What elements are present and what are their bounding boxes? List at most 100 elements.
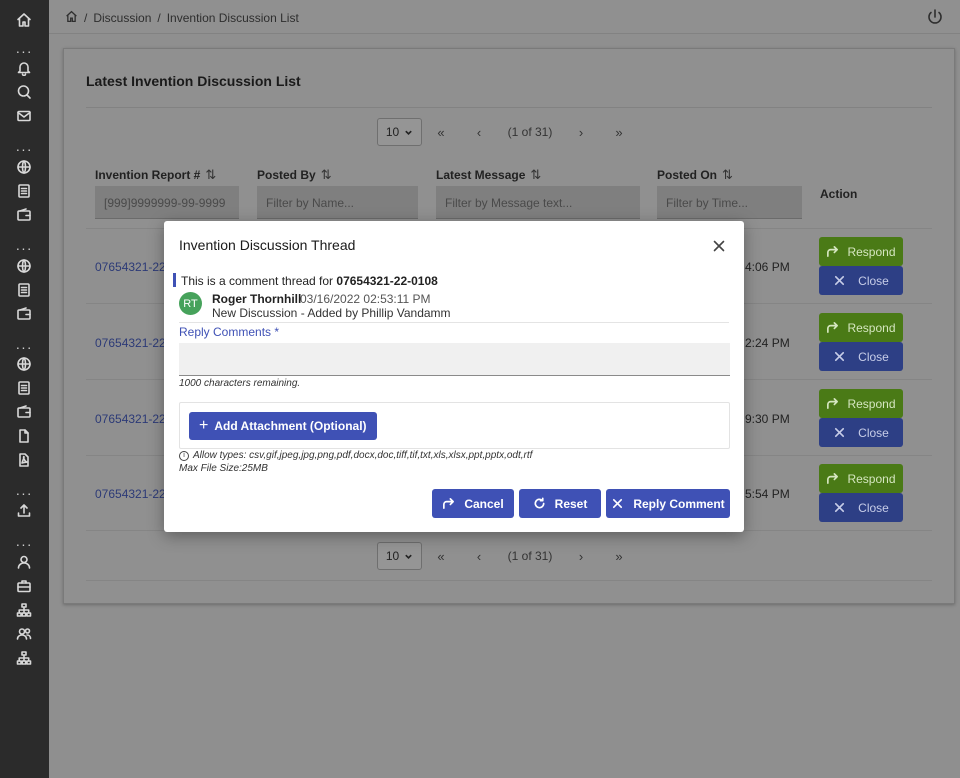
close-button[interactable]: Close xyxy=(819,418,903,447)
report-link[interactable]: 07654321-22- xyxy=(95,412,170,426)
document-icon[interactable] xyxy=(14,280,34,300)
avatar: RT xyxy=(179,292,202,315)
chevron-down-icon xyxy=(405,554,412,559)
breadcrumb-discussion[interactable]: Discussion xyxy=(93,11,151,25)
mail-icon[interactable] xyxy=(14,106,34,126)
breadcrumb-current: Invention Discussion List xyxy=(166,11,299,25)
column-header-label: Posted By xyxy=(257,168,316,182)
page-size-select[interactable]: 10 xyxy=(377,118,422,146)
paginator-top: 10 « ‹ (1 of 31) › » xyxy=(377,118,638,146)
report-link[interactable]: 07654321-22- xyxy=(95,336,170,350)
respond-button[interactable]: Respond xyxy=(819,389,903,418)
users-icon[interactable] xyxy=(14,624,34,644)
last-page-button[interactable]: » xyxy=(600,542,638,570)
more-icon[interactable]: ··· xyxy=(14,44,34,58)
column-header-label: Invention Report # xyxy=(95,168,201,182)
home-icon[interactable] xyxy=(65,10,78,26)
file-icon[interactable] xyxy=(14,426,34,446)
respond-label: Respond xyxy=(847,244,896,259)
column-header-posted-by[interactable]: Posted By ⇅ xyxy=(257,167,332,183)
hierarchy-icon[interactable] xyxy=(14,648,34,668)
bell-icon[interactable] xyxy=(14,58,34,78)
filter-message-input[interactable]: Filter by Message text... xyxy=(436,186,640,219)
upload-icon[interactable] xyxy=(14,500,34,520)
last-page-button[interactable]: » xyxy=(600,118,638,146)
more-icon[interactable]: ··· xyxy=(14,142,34,156)
first-page-button[interactable]: « xyxy=(422,118,460,146)
next-page-button[interactable]: › xyxy=(562,542,600,570)
page-size-select[interactable]: 10 xyxy=(377,542,422,570)
column-header-latest-message[interactable]: Latest Message ⇅ xyxy=(436,167,541,183)
info-icon: i xyxy=(179,450,189,461)
report-link[interactable]: 07654321-22- xyxy=(95,487,170,501)
posted-on-cell: 9:30 PM xyxy=(745,412,790,426)
allowed-types-text: Allow types: csv,gif,jpeg,jpg,png,pdf,do… xyxy=(193,450,533,461)
wallet-icon[interactable] xyxy=(14,205,34,225)
wallet-icon[interactable] xyxy=(14,402,34,422)
forward-icon xyxy=(827,398,839,409)
more-icon[interactable]: ··· xyxy=(14,340,34,354)
add-attachment-label: Add Attachment (Optional) xyxy=(214,419,367,433)
breadcrumb-separator: / xyxy=(157,11,161,25)
page-size-value: 10 xyxy=(385,125,400,139)
wallet-icon[interactable] xyxy=(14,304,34,324)
forward-icon xyxy=(827,246,839,257)
report-link[interactable]: 07654321-22- xyxy=(95,260,170,274)
prev-page-button[interactable]: ‹ xyxy=(460,118,498,146)
reply-comment-button[interactable]: Reply Comment xyxy=(606,489,730,518)
reset-button[interactable]: Reset xyxy=(519,489,601,518)
reply-comments-input[interactable] xyxy=(179,343,730,376)
pdf-icon[interactable] xyxy=(14,450,34,470)
filter-name-input[interactable]: Filter by Name... xyxy=(257,186,418,219)
sort-icon[interactable]: ⇅ xyxy=(205,167,216,183)
more-icon[interactable]: ··· xyxy=(14,537,34,551)
allowed-types: i Allow types: csv,gif,jpeg,jpg,png,pdf,… xyxy=(179,450,532,461)
cancel-label: Cancel xyxy=(464,496,504,511)
add-attachment-button[interactable]: + Add Attachment (Optional) xyxy=(189,412,377,440)
sort-icon[interactable]: ⇅ xyxy=(321,167,332,183)
filter-time-input[interactable]: Filter by Time... xyxy=(657,186,802,219)
divider xyxy=(179,322,729,323)
close-button[interactable]: Close xyxy=(819,266,903,295)
power-icon[interactable] xyxy=(926,8,944,26)
column-header-report[interactable]: Invention Report # ⇅ xyxy=(95,167,216,183)
document-icon[interactable] xyxy=(14,378,34,398)
globe-icon[interactable] xyxy=(14,256,34,276)
next-page-button[interactable]: › xyxy=(562,118,600,146)
respond-button[interactable]: Respond xyxy=(819,237,903,266)
close-label: Close xyxy=(858,349,889,364)
column-header-label: Action xyxy=(820,187,858,201)
posted-on-cell: 5:54 PM xyxy=(745,487,790,501)
close-label: Close xyxy=(858,425,889,440)
breadcrumb: / Discussion / Invention Discussion List xyxy=(65,10,299,26)
more-icon[interactable]: ··· xyxy=(14,241,34,255)
user-icon[interactable] xyxy=(14,552,34,572)
first-page-button[interactable]: « xyxy=(422,542,460,570)
message-body: New Discussion - Added by Phillip Vandam… xyxy=(212,306,451,320)
sort-icon[interactable]: ⇅ xyxy=(530,167,541,183)
briefcase-icon[interactable] xyxy=(14,576,34,596)
prev-page-button[interactable]: ‹ xyxy=(460,542,498,570)
home-icon[interactable] xyxy=(14,10,34,30)
respond-button[interactable]: Respond xyxy=(819,313,903,342)
cancel-button[interactable]: Cancel xyxy=(432,489,514,518)
reply-comment-label: Reply Comment xyxy=(633,496,725,511)
respond-button[interactable]: Respond xyxy=(819,464,903,493)
column-header-posted-on[interactable]: Posted On ⇅ xyxy=(657,167,733,183)
thread-prefix: This is a comment thread for xyxy=(181,274,337,288)
close-icon xyxy=(835,275,845,286)
globe-icon[interactable] xyxy=(14,157,34,177)
dialog-title: Invention Discussion Thread xyxy=(179,237,356,253)
respond-label: Respond xyxy=(847,471,896,486)
filter-report-input[interactable]: [999]9999999-99-9999 xyxy=(95,186,239,219)
plus-icon: + xyxy=(199,417,209,434)
globe-icon[interactable] xyxy=(14,354,34,374)
close-button[interactable]: Close xyxy=(819,493,903,522)
document-icon[interactable] xyxy=(14,181,34,201)
more-icon[interactable]: ··· xyxy=(14,486,34,500)
search-chat-icon[interactable] xyxy=(14,82,34,102)
sort-icon[interactable]: ⇅ xyxy=(722,167,733,183)
close-icon[interactable] xyxy=(712,239,726,253)
close-button[interactable]: Close xyxy=(819,342,903,371)
org-chart-icon[interactable] xyxy=(14,600,34,620)
